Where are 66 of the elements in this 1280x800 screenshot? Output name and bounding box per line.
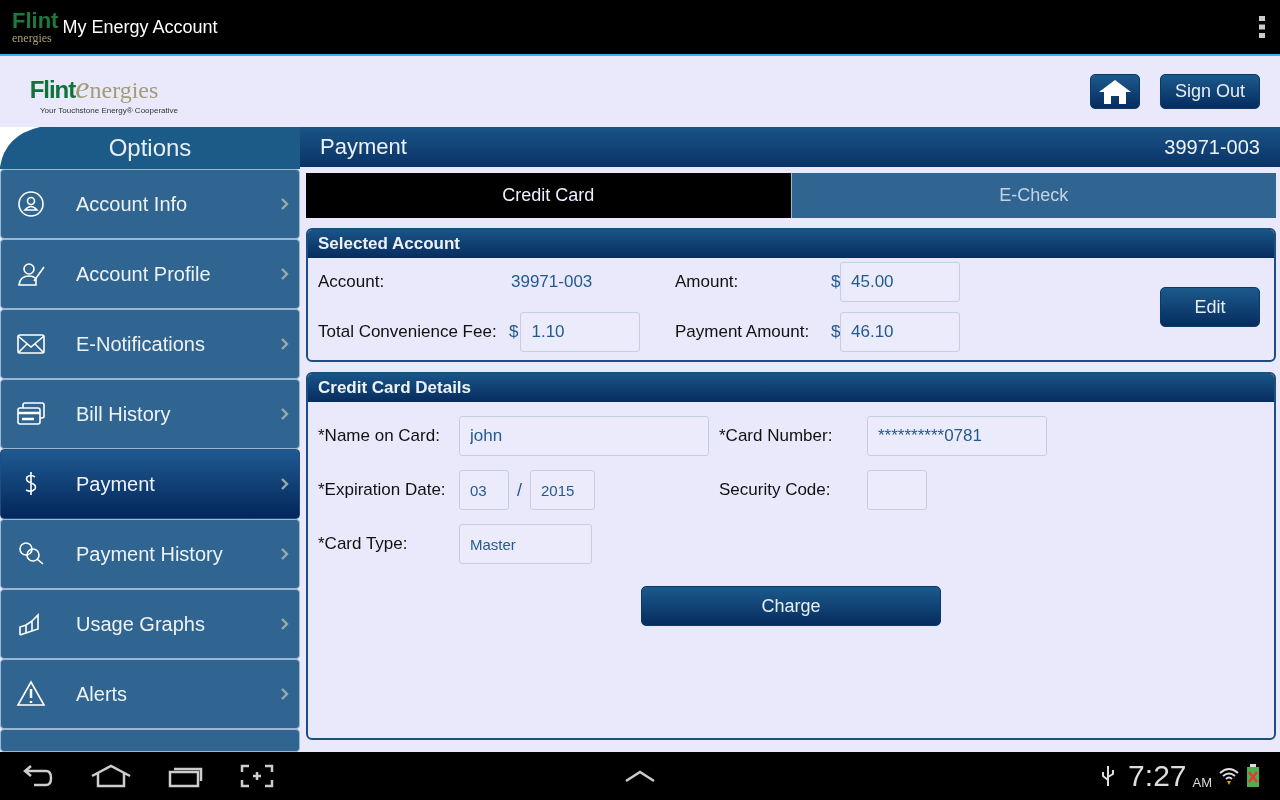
input-field[interactable]: 45.00 [840,262,960,302]
page-title: Payment [320,134,407,160]
edit-button[interactable]: Edit [1160,287,1260,327]
sidebar-item[interactable]: Payment History [0,519,300,589]
page-curl-icon [0,127,40,167]
battery-icon [1246,764,1260,788]
sidebar-item[interactable]: Payment [0,449,300,519]
input-field[interactable] [867,470,927,510]
app-title: My Energy Account [62,16,219,38]
sidebar-title: Options [108,134,192,162]
sidebar-item[interactable]: Account Info [0,169,300,239]
currency-sign: $ [831,272,840,292]
input-field[interactable]: john [459,416,709,456]
sidebar-item[interactable]: Account Profile [0,239,300,309]
sign-out-button[interactable]: Sign Out [1160,74,1260,109]
chevron-right-icon [281,478,289,490]
input-field[interactable]: 2015 [530,470,595,510]
sidebar-item[interactable]: Alerts [0,659,300,729]
tab[interactable]: E-Check [790,173,1276,218]
chevron-right-icon [281,408,289,420]
tab[interactable]: Credit Card [306,173,791,218]
home-button[interactable] [1090,74,1140,109]
field-label: *Name on Card: [318,426,440,446]
input-field[interactable]: **********0781 [867,416,1047,456]
warning-icon [16,679,46,709]
field-label: Security Code: [719,480,831,500]
wifi-icon [1218,765,1240,787]
date-separator: / [517,479,522,501]
chevron-right-icon [281,198,289,210]
field-label: Account: [318,272,386,292]
clock-time: 7:27 [1128,759,1187,793]
input-field[interactable]: 1.10 [520,312,641,352]
sidebar-item[interactable]: Bill History [0,379,300,449]
currency-sign: $ [831,322,840,342]
chevron-right-icon [281,548,289,560]
field-label: *Expiration Date: [318,480,446,500]
field-label: Amount: [675,272,740,292]
field-label: *Card Type: [318,534,408,554]
overflow-menu-icon[interactable] [1258,15,1266,39]
usb-icon [1100,764,1117,788]
clock-period: AM [1192,774,1212,790]
field-label: Payment Amount: [675,322,811,342]
caret-up-icon[interactable] [624,769,656,783]
chevron-right-icon [281,338,289,350]
sidebar-item[interactable]: Usage Graphs [0,589,300,659]
chevron-right-icon [281,268,289,280]
input-field[interactable]: 46.10 [840,312,960,352]
person-circle-icon [16,189,46,219]
field-label: *Card Number: [719,426,833,446]
chevron-right-icon [281,618,289,630]
chevron-right-icon [281,688,289,700]
currency-sign: $ [509,322,519,342]
charge-button[interactable]: Charge [641,586,941,626]
sidebar-item[interactable]: E-Notifications [0,309,300,379]
section-title: Selected Account [318,234,461,254]
screenshot-icon[interactable] [240,764,274,788]
account-value: 39971-003 [511,272,594,292]
section-title: Credit Card Details [318,378,472,398]
company-logo: Flintenergies Your Touchstone Energy® Cooperative [28,68,178,115]
account-number: 39971-003 [1164,135,1260,159]
home-icon[interactable] [90,764,132,788]
field-label: Total Convenience Fee: [318,322,498,342]
app-logo: Flint energies [12,10,59,44]
input-field[interactable]: Master [459,524,592,564]
input-field[interactable]: 03 [459,470,509,510]
house-icon [1098,78,1132,105]
